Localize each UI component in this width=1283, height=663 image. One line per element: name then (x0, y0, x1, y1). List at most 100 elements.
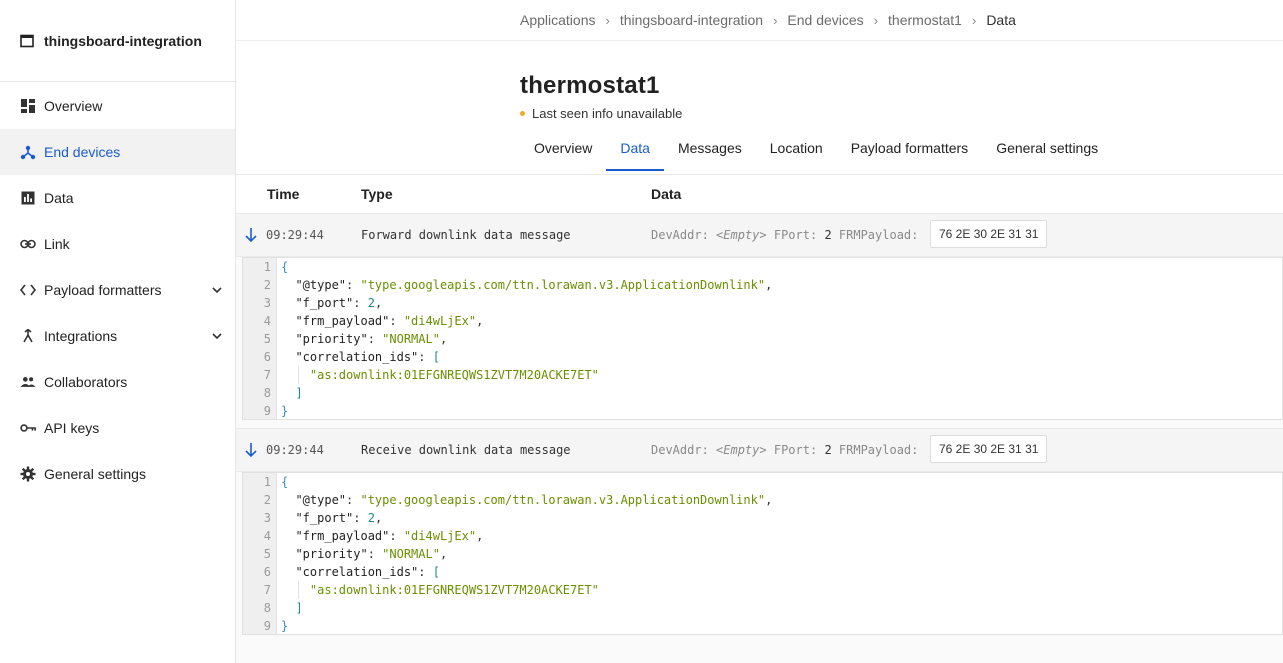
sidebar-item-data[interactable]: Data (0, 175, 235, 221)
line-number: 7 (263, 583, 271, 597)
sidebar-item-api-keys[interactable]: API keys (0, 405, 235, 451)
sidebar-item-label: End devices (44, 144, 121, 160)
fport-label: FPort: (773, 443, 818, 457)
json-bracket: ] (295, 601, 303, 615)
json-brace: { (281, 260, 289, 274)
json-number: 2 (367, 296, 375, 310)
sidebar-item-label: Payload formatters (44, 282, 162, 298)
device-header: thermostat1 Last seen info unavailable (520, 72, 682, 121)
line-number: 4 (263, 529, 271, 543)
json-key: "@type" (295, 493, 347, 507)
json-bracket: ] (295, 386, 303, 400)
json-string: "NORMAL" (382, 547, 440, 561)
json-brace: { (281, 475, 289, 489)
sidebar-item-label: Link (44, 236, 70, 252)
tab-messages[interactable]: Messages (664, 130, 756, 171)
event-row[interactable]: 09:29:44 Receive downlink data message D… (236, 428, 1283, 472)
chevron-down-icon[interactable] (211, 284, 223, 296)
line-number: 5 (263, 547, 271, 561)
sidebar-item-overview[interactable]: Overview (0, 83, 235, 129)
page-title: thermostat1 (520, 72, 660, 99)
breadcrumb-device[interactable]: thermostat1 (888, 12, 962, 28)
tab-general-settings[interactable]: General settings (982, 130, 1112, 171)
link-icon (20, 236, 36, 252)
frmpayload-value[interactable]: 76 2E 30 2E 31 31 (930, 435, 1048, 463)
json-string: "as:downlink:01EFGNREQWS1ZVT7M20ACKE7ET" (309, 368, 599, 382)
frmpayload-value[interactable]: 76 2E 30 2E 31 31 (930, 220, 1048, 248)
sidebar-item-integrations[interactable]: Integrations (0, 313, 235, 359)
column-header-data[interactable]: Data (651, 186, 681, 202)
event-row[interactable]: 09:29:44 Forward downlink data message D… (236, 213, 1283, 257)
chevron-right-icon: › (873, 12, 879, 28)
bar-chart-icon (20, 190, 36, 206)
column-header-time[interactable]: Time (267, 186, 299, 202)
key-icon (20, 420, 36, 436)
breadcrumb-end-devices[interactable]: End devices (787, 12, 863, 28)
json-bracket: [ (432, 565, 440, 579)
breadcrumb-applications[interactable]: Applications (520, 12, 596, 28)
column-header-type[interactable]: Type (361, 186, 393, 202)
sidebar-item-end-devices[interactable]: End devices (0, 129, 235, 175)
app-header: thingsboard-integration (0, 0, 235, 82)
line-number: 8 (263, 601, 271, 615)
code-icon (20, 282, 36, 298)
json-key: "correlation_ids" (295, 565, 419, 579)
event-time: 09:29:44 (266, 228, 324, 242)
status-indicator: Last seen info unavailable (520, 106, 682, 121)
line-number: 7 (263, 368, 271, 382)
json-number: 2 (367, 511, 375, 525)
line-number: 3 (263, 296, 271, 310)
line-number: 2 (263, 493, 271, 507)
json-key: "frm_payload" (295, 314, 390, 328)
json-string: "as:downlink:01EFGNREQWS1ZVT7M20ACKE7ET" (309, 583, 599, 597)
chevron-right-icon: › (971, 12, 977, 28)
tab-data[interactable]: Data (606, 130, 664, 171)
chevron-right-icon: › (605, 12, 610, 28)
sidebar-nav: Overview End devices Data Link Payload f… (0, 83, 235, 497)
sidebar-item-general-settings[interactable]: General settings (0, 451, 235, 497)
json-string: "di4wLjEx" (403, 314, 477, 328)
json-key: "@type" (295, 278, 347, 292)
chevron-down-icon[interactable] (211, 330, 223, 342)
breadcrumb-application[interactable]: thingsboard-integration (620, 12, 763, 28)
json-viewer[interactable]: 1{ 2 "@type": "type.googleapis.com/ttn.l… (242, 472, 1283, 635)
line-number: 9 (263, 619, 271, 633)
sidebar-item-label: Data (44, 190, 74, 206)
sidebar-item-link[interactable]: Link (0, 221, 235, 267)
event-data: DevAddr: <Empty> FPort: 2 FRMPayload: (651, 443, 918, 457)
json-string: "type.googleapis.com/ttn.lorawan.v3.Appl… (360, 278, 766, 292)
tab-location[interactable]: Location (756, 130, 837, 171)
line-number: 2 (263, 278, 271, 292)
dashboard-icon (20, 98, 36, 114)
line-number: 6 (263, 350, 271, 364)
sidebar-item-label: General settings (44, 466, 146, 482)
fport-value: 2 (824, 228, 832, 242)
json-bracket: [ (432, 350, 440, 364)
sidebar-item-label: Overview (44, 98, 103, 114)
tab-payload-formatters[interactable]: Payload formatters (837, 130, 983, 171)
event-time: 09:29:44 (266, 443, 324, 457)
json-viewer[interactable]: 1{ 2 "@type": "type.googleapis.com/ttn.l… (242, 257, 1283, 420)
json-key: "priority" (295, 547, 368, 561)
line-number: 1 (263, 260, 271, 274)
line-number: 8 (263, 386, 271, 400)
event-table: Time Type Data 09:29:44 Forward downlink… (236, 174, 1283, 663)
merge-icon (20, 328, 36, 344)
frmpayload-label: FRMPayload: (838, 443, 919, 457)
json-string: "type.googleapis.com/ttn.lorawan.v3.Appl… (360, 493, 766, 507)
sidebar-item-collaborators[interactable]: Collaborators (0, 359, 235, 405)
fport-value: 2 (824, 443, 832, 457)
status-text: Last seen info unavailable (532, 106, 683, 121)
sidebar-item-payload-formatters[interactable]: Payload formatters (0, 267, 235, 313)
people-icon (20, 374, 36, 390)
devaddr-label: DevAddr: (651, 443, 709, 457)
tab-overview[interactable]: Overview (520, 130, 606, 171)
sidebar-item-label: Integrations (44, 328, 118, 344)
table-header: Time Type Data (236, 175, 1283, 213)
json-key: "f_port" (295, 296, 354, 310)
chevron-right-icon: › (773, 12, 778, 28)
json-brace: } (281, 619, 289, 633)
devaddr-label: DevAddr: (651, 228, 709, 242)
json-string: "NORMAL" (382, 332, 440, 346)
app-title: thingsboard-integration (44, 32, 202, 49)
